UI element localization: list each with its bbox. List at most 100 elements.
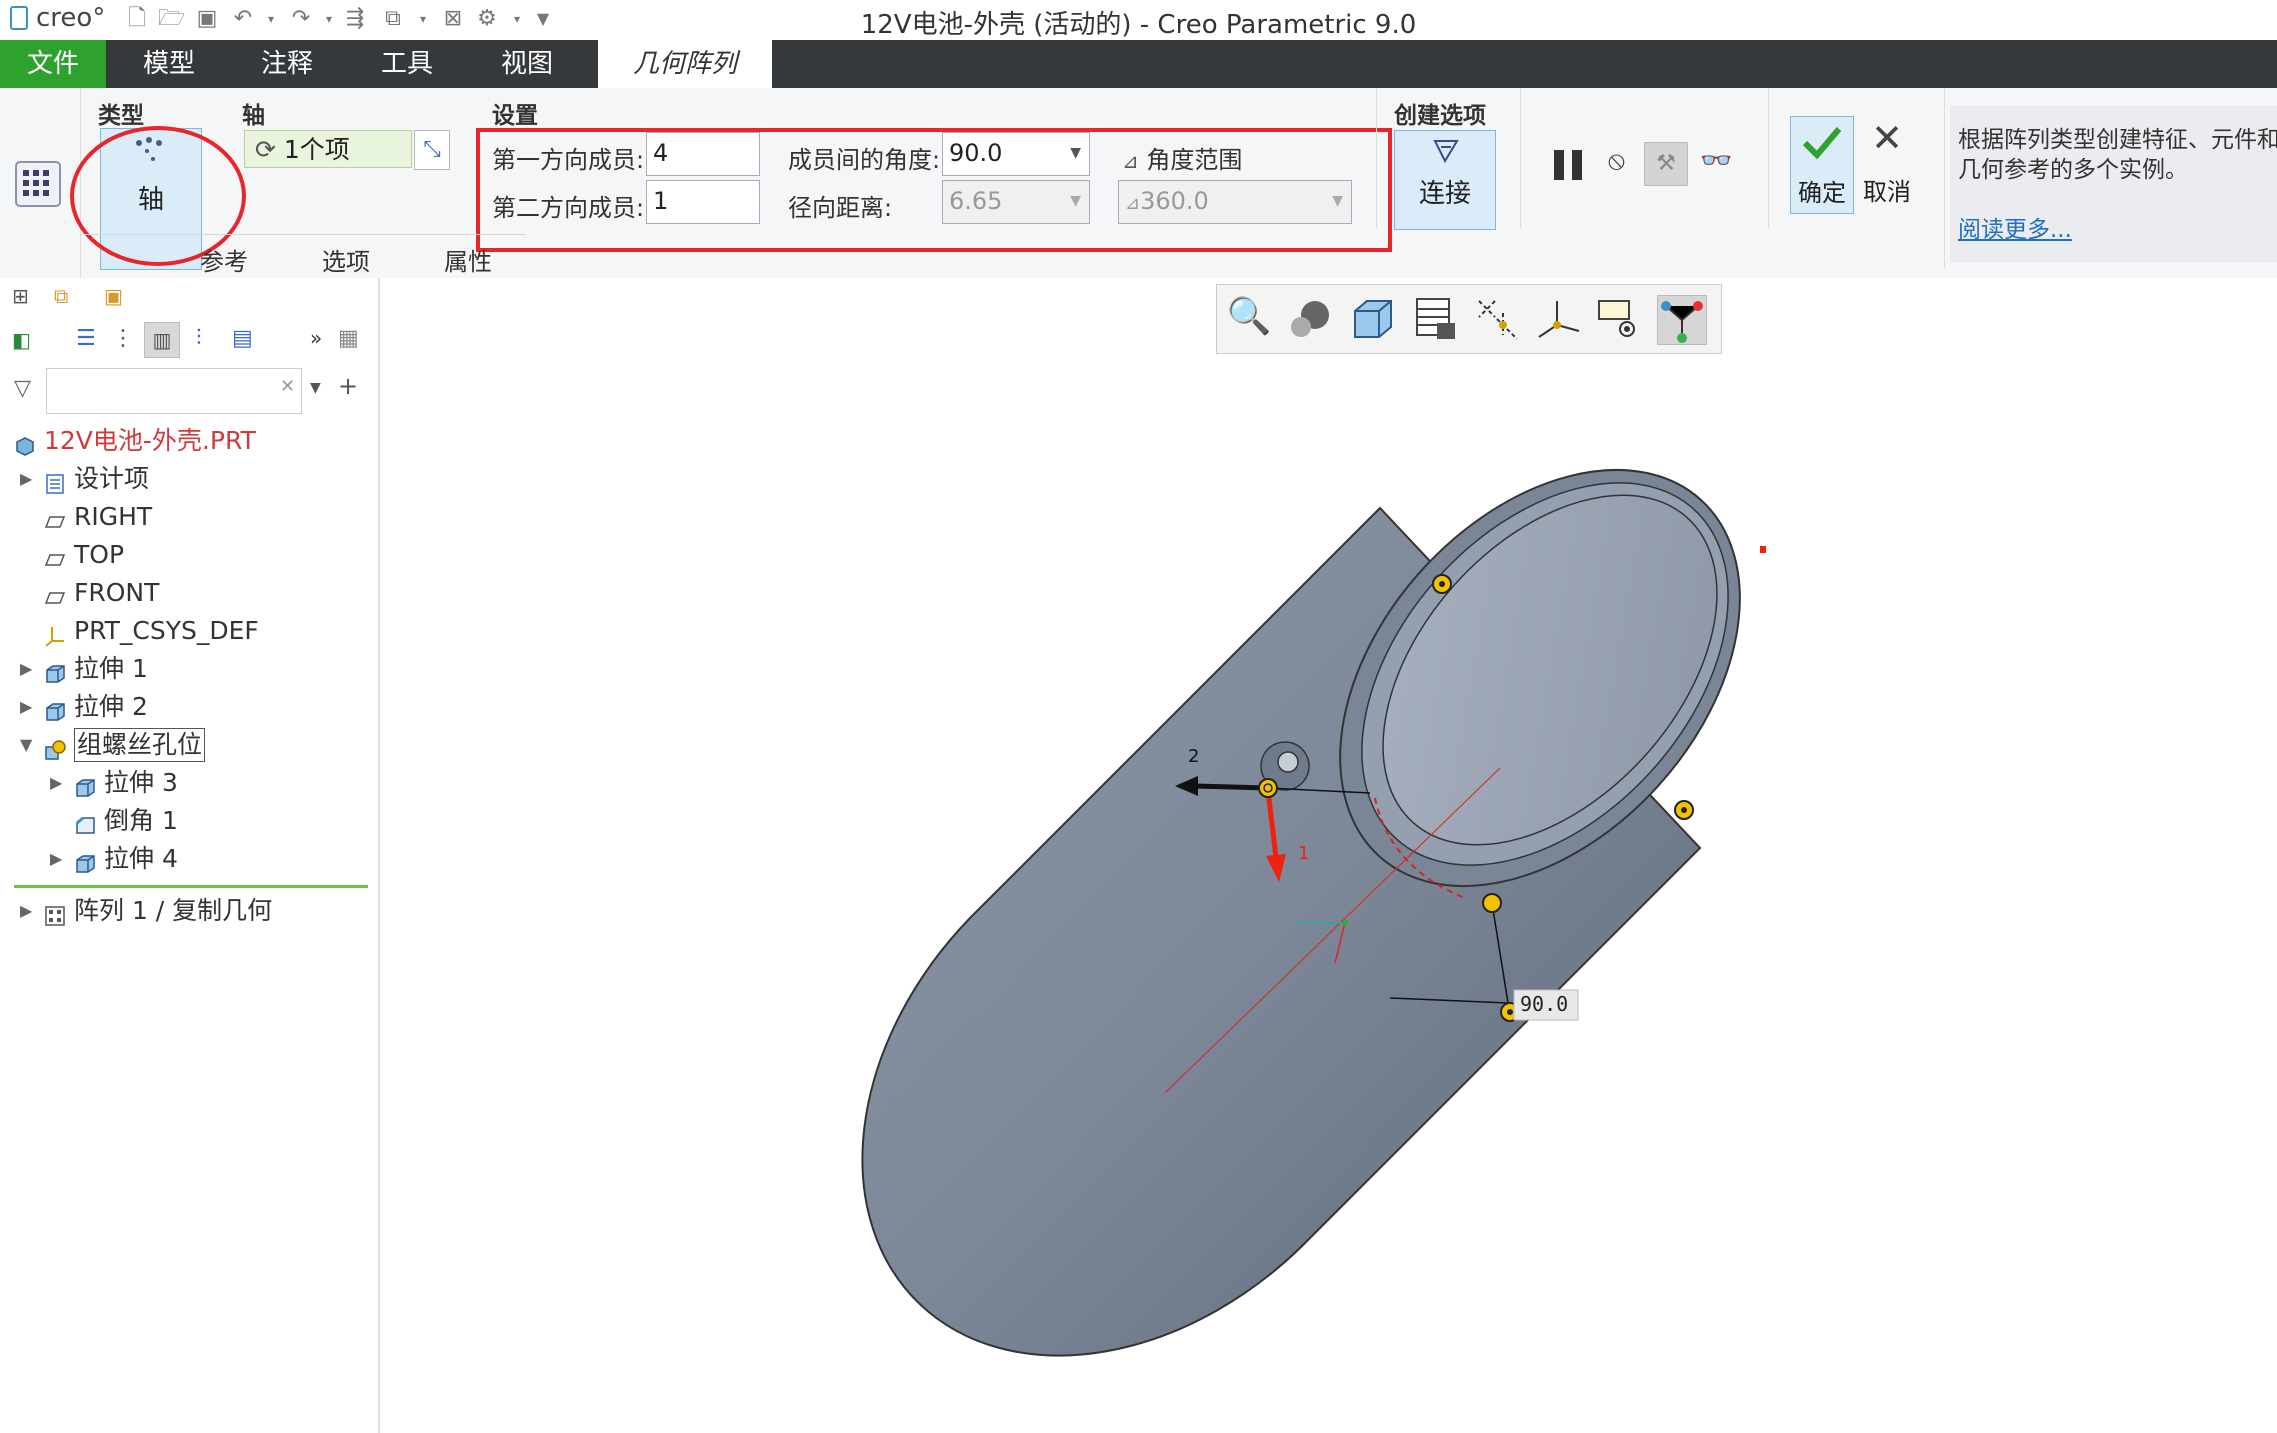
check-icon	[1802, 127, 1842, 160]
title-bar: creo° 🗋 🗁 ▣ ↶ ▾ ↷ ▾ ⇶ ⧉ ▾ ⊠ ⚙ ▾ ▼ 12V电池-…	[0, 0, 2277, 40]
no-preview-icon[interactable]: ⦸	[1608, 146, 1625, 177]
tab-file[interactable]: 文件	[0, 40, 106, 88]
tree-item-label: FRONT	[74, 578, 160, 607]
model-icon[interactable]: ◧	[12, 328, 31, 352]
tab-model[interactable]: 模型	[116, 40, 222, 88]
graphics-window[interactable]: 90.0 2 1	[380, 278, 2277, 1433]
filter-icon: ▽	[14, 376, 31, 401]
tree-filter-icon[interactable]: ⫶	[196, 326, 202, 351]
tree-item-label: 拉伸 2	[74, 692, 148, 721]
layers-icon[interactable]: ⧉	[54, 284, 68, 308]
tree-view-icon[interactable]: ⊞	[12, 284, 29, 308]
tree-notes-icon[interactable]: ▦	[338, 326, 359, 351]
connect-label: 连接	[1418, 179, 1471, 209]
annotation-display-icon[interactable]	[1597, 295, 1645, 343]
tree-show-icon[interactable]: ▤	[232, 326, 253, 351]
extrude-icon	[44, 658, 66, 683]
csys-display-icon[interactable]	[1535, 295, 1583, 343]
first-direction-members-input[interactable]: 4	[646, 132, 760, 176]
angle-range-small-icon: ⊿	[1125, 193, 1141, 214]
second-direction-members-input[interactable]: 1	[646, 180, 760, 224]
angle-dropdown-icon[interactable]: ▼	[1070, 133, 1081, 173]
radial-distance-label: 径向距离:	[788, 194, 893, 222]
part-icon	[14, 430, 36, 456]
expand-arrow-icon[interactable]: ▶	[20, 688, 32, 726]
tab-geometry-pattern[interactable]: 几何阵列	[598, 40, 772, 88]
tab-tools[interactable]: 工具	[354, 40, 460, 88]
pattern-gallery-icon[interactable]	[14, 160, 62, 208]
glasses-preview-icon[interactable]: 👓	[1700, 146, 1732, 176]
spin-center-icon[interactable]	[1657, 295, 1707, 345]
angle-range-toggle[interactable]: ⊿ 角度范围	[1122, 140, 1242, 175]
flip-direction-icon[interactable]: ⤡	[414, 130, 450, 170]
add-filter-icon[interactable]: +	[338, 372, 358, 400]
zoom-icon[interactable]: 🔍	[1225, 295, 1273, 343]
axis-collector-value: 1个项	[283, 135, 350, 164]
search-dropdown-icon[interactable]: ▼	[310, 380, 321, 396]
divider	[1520, 88, 1521, 228]
axis-collector[interactable]: ⟳ 1个项	[244, 130, 412, 168]
radial-distance-value: 6.65	[949, 187, 1003, 215]
tab-properties[interactable]: 属性	[444, 242, 492, 277]
tab-options[interactable]: 选项	[322, 242, 370, 277]
insert-here-line[interactable]	[14, 885, 368, 888]
type-group-label: 类型	[98, 103, 144, 129]
ok-button[interactable]: 确定	[1790, 116, 1854, 214]
tree-search-input[interactable]	[46, 368, 302, 414]
read-more-link[interactable]: 阅读更多...	[1958, 210, 2072, 244]
tree-item-label: 拉伸 3	[104, 768, 178, 797]
extrude-icon	[74, 772, 96, 797]
collapse-arrow-icon[interactable]: ▼	[20, 726, 32, 764]
expand-arrow-icon[interactable]: ▶	[20, 460, 32, 498]
datum-plane-icon	[44, 506, 66, 528]
pattern-icon	[44, 900, 66, 926]
tree-item-label: 12V电池-外壳.PRT	[44, 426, 256, 455]
tab-view[interactable]: 视图	[474, 40, 580, 88]
cancel-button[interactable]: ✕ 取消	[1856, 116, 1918, 212]
help-panel: 根据阵列类型创建特征、元件和 几何参考的多个实例。 阅读更多...	[1950, 106, 2277, 262]
cancel-label: 取消	[1863, 178, 1911, 206]
angle-between-members-label: 成员间的角度:	[788, 146, 941, 174]
shading-icon[interactable]	[1287, 295, 1335, 343]
tree-item-label: 阵列 1 / 复制几何	[74, 896, 273, 925]
clear-search-icon[interactable]: ✕	[280, 376, 295, 397]
direction-2-label: 2	[1188, 746, 1200, 767]
expand-arrow-icon[interactable]: ▶	[20, 650, 32, 688]
divider	[1944, 88, 1945, 268]
pause-icon[interactable]	[1552, 146, 1586, 186]
more-icon[interactable]: »	[310, 326, 322, 350]
help-text-line1: 根据阵列类型创建特征、元件和	[1958, 127, 2277, 153]
view-manager-icon[interactable]	[1411, 295, 1459, 343]
favorites-icon[interactable]: ▣	[104, 284, 123, 308]
expand-arrow-icon[interactable]: ▶	[20, 892, 32, 930]
connect-button[interactable]: 连接	[1394, 130, 1496, 230]
model-viewport[interactable]	[380, 278, 2277, 1433]
tree-item-label: RIGHT	[74, 502, 153, 531]
angle-between-members-input[interactable]: 90.0 ▼	[942, 132, 1090, 176]
datum-plane-icon	[44, 544, 66, 566]
axis-group-label: 轴	[242, 103, 265, 129]
design-items-icon	[44, 468, 66, 494]
angle-dimension-label[interactable]: 90.0	[1520, 992, 1568, 1016]
expand-arrow-icon[interactable]: ▶	[50, 840, 62, 878]
tree-settings-icon[interactable]: ▥	[144, 322, 180, 358]
settings-group-label: 设置	[492, 103, 538, 129]
tree-list-icon[interactable]: ☰	[76, 326, 96, 351]
tree-item-label: PRT_CSYS_DEF	[74, 616, 259, 645]
radial-dropdown-icon[interactable]: ▼	[1070, 181, 1081, 221]
expand-arrow-icon[interactable]: ▶	[50, 764, 62, 802]
datum-display-icon[interactable]	[1473, 295, 1521, 343]
tab-references[interactable]: 参考	[200, 242, 248, 277]
tab-annotate[interactable]: 注释	[234, 40, 340, 88]
angle-range-dropdown-icon[interactable]: ▼	[1332, 181, 1343, 221]
radial-distance-input[interactable]: 6.65 ▼	[942, 180, 1090, 224]
chamfer-icon	[74, 810, 96, 834]
create-options-label: 创建选项	[1394, 103, 1486, 129]
tree-columns-icon[interactable]: ⋮	[112, 326, 134, 351]
saved-views-icon[interactable]	[1349, 295, 1397, 343]
first-direction-members-label: 第一方向成员:	[492, 146, 645, 174]
angle-range-input[interactable]: ⊿360.0 ▼	[1118, 180, 1352, 224]
verify-mode-icon[interactable]: ⚒	[1644, 142, 1688, 186]
divider	[1768, 88, 1769, 228]
angle-range-icon: ⊿	[1122, 149, 1139, 173]
